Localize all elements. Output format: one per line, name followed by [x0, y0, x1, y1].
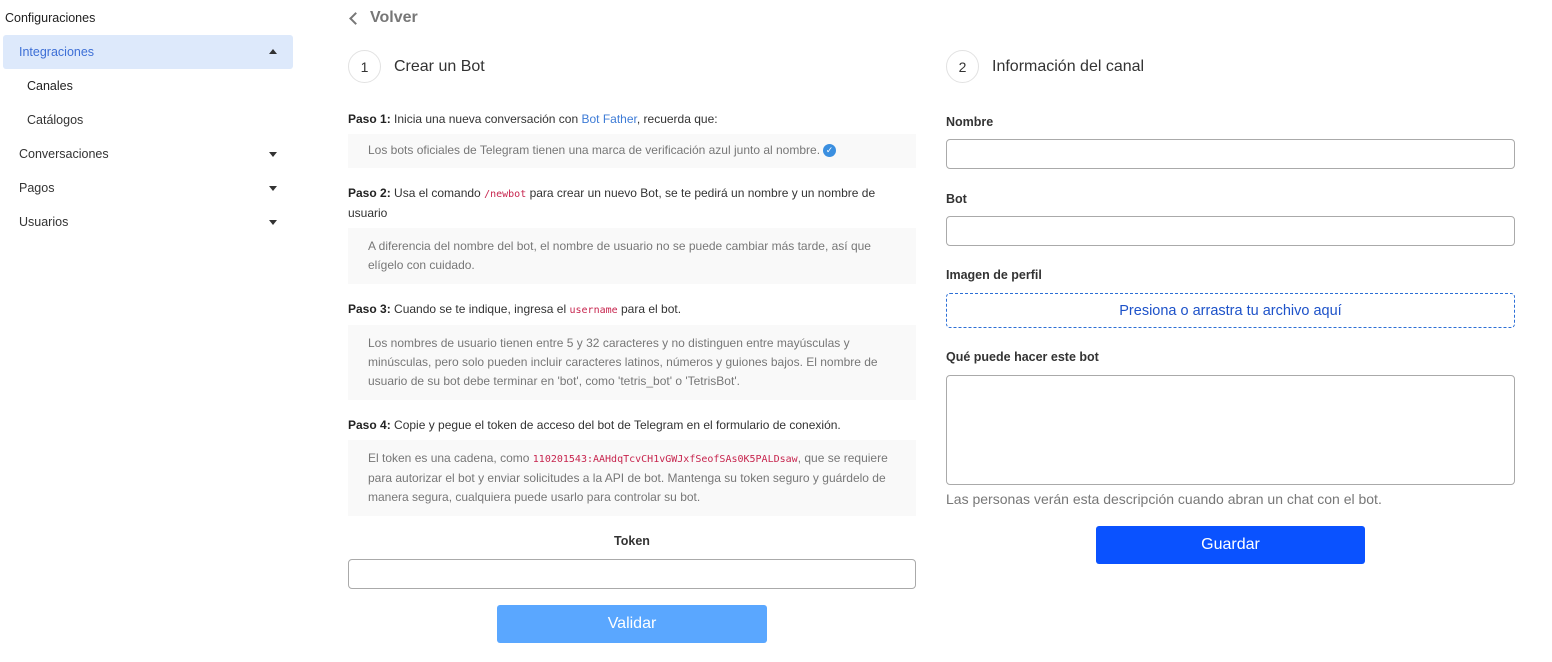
verified-check-icon: ✓ — [823, 144, 837, 158]
sidebar-item-label: Catálogos — [27, 113, 84, 127]
step-prefix: Paso 2: — [348, 186, 391, 200]
code-snippet: /newbot — [484, 189, 527, 200]
description-textarea[interactable] — [946, 375, 1515, 485]
step-note: Los bots oficiales de Telegram tienen un… — [348, 134, 916, 168]
sidebar-item-label: Pagos — [19, 181, 55, 195]
code-snippet: username — [569, 305, 618, 316]
step-prefix: Paso 4: — [348, 418, 391, 432]
step-text: Usa el comando — [390, 186, 485, 200]
name-input[interactable] — [946, 139, 1515, 169]
step-text: para el bot. — [617, 302, 682, 316]
sidebar-item-label: Integraciones — [19, 45, 95, 59]
validate-button[interactable]: Validar — [497, 605, 767, 643]
step-title: Crear un Bot — [394, 57, 485, 75]
file-dropzone[interactable]: Presiona o arrastra tu archivo aquí — [946, 293, 1515, 328]
step-prefix: Paso 3: — [348, 302, 391, 316]
profile-image-label: Imagen de perfil — [946, 268, 1042, 282]
bot-input[interactable] — [946, 216, 1515, 246]
chevron-down-icon — [269, 220, 277, 225]
step-text: , recuerda que: — [636, 112, 718, 126]
sidebar-item-label: Conversaciones — [19, 147, 109, 161]
step-number: 2 — [946, 50, 979, 83]
instructions: Paso 1: Inicia una nueva conversación co… — [348, 110, 916, 516]
token-label: Token — [614, 534, 650, 548]
sidebar-item-canales[interactable]: Canales — [3, 69, 293, 103]
sidebar-title: Configuraciones — [5, 11, 96, 25]
chevron-down-icon — [269, 152, 277, 157]
name-label: Nombre — [946, 115, 994, 129]
bot-label: Bot — [946, 192, 967, 206]
chevron-left-icon — [349, 11, 362, 25]
sidebar-item-label: Usuarios — [19, 215, 69, 229]
back-button[interactable]: Volver — [348, 9, 418, 27]
step-note: A diferencia del nombre del bot, el nomb… — [348, 228, 916, 284]
chevron-down-icon — [269, 186, 277, 191]
code-snippet: 110201543:AAHdqTcvCH1vGWJxfSeofSAs0K5PAL… — [532, 454, 798, 465]
step-note: El token es una cadena, como 110201543:A… — [348, 440, 916, 516]
step-text: Copie y pegue el token de acceso del bot… — [390, 418, 841, 432]
step-prefix: Paso 1: — [348, 112, 391, 126]
sidebar-item-usuarios[interactable]: Usuarios — [3, 205, 293, 239]
note-text: El token es una cadena, como — [368, 451, 533, 465]
instruction-step-3: Paso 3: Cuando se te indique, ingresa el… — [348, 300, 916, 400]
sidebar: Configuraciones Integraciones Canales Ca… — [0, 0, 300, 662]
step-note: Los nombres de usuario tienen entre 5 y … — [348, 325, 916, 400]
step-label: Paso 4: Copie y pegue el token de acceso… — [348, 416, 916, 435]
description-label: Qué puede hacer este bot — [946, 350, 1099, 364]
step-text: Inicia una nueva conversación con — [390, 112, 582, 126]
step-label: Paso 3: Cuando se te indique, ingresa el… — [348, 300, 916, 320]
sidebar-item-conversaciones[interactable]: Conversaciones — [3, 137, 293, 171]
step-label: Paso 2: Usa el comando /newbot para crea… — [348, 184, 916, 223]
bot-father-link[interactable]: Bot Father — [581, 112, 636, 126]
chevron-up-icon — [269, 49, 277, 54]
instruction-step-4: Paso 4: Copie y pegue el token de acceso… — [348, 416, 916, 516]
step-title: Información del canal — [992, 57, 1145, 75]
sidebar-item-catalogos[interactable]: Catálogos — [3, 103, 293, 137]
note-text: Los bots oficiales de Telegram tienen un… — [368, 143, 821, 157]
step-text: Cuando se te indique, ingresa el — [390, 302, 570, 316]
instruction-step-1: Paso 1: Inicia una nueva conversación co… — [348, 110, 916, 168]
step-number: 1 — [348, 50, 381, 83]
save-button[interactable]: Guardar — [1096, 526, 1365, 564]
sidebar-item-integraciones[interactable]: Integraciones — [3, 35, 293, 69]
step-label: Paso 1: Inicia una nueva conversación co… — [348, 110, 916, 129]
token-input[interactable] — [348, 559, 916, 589]
step-1-header: 1 Crear un Bot — [348, 50, 485, 83]
sidebar-item-pagos[interactable]: Pagos — [3, 171, 293, 205]
instruction-step-2: Paso 2: Usa el comando /newbot para crea… — [348, 184, 916, 284]
step-2-header: 2 Información del canal — [946, 50, 1144, 83]
dropzone-label: Presiona o arrastra tu archivo aquí — [1119, 302, 1342, 319]
description-hint: Las personas verán esta descripción cuan… — [946, 491, 1382, 507]
back-label: Volver — [370, 9, 418, 26]
sidebar-item-label: Canales — [27, 79, 73, 93]
